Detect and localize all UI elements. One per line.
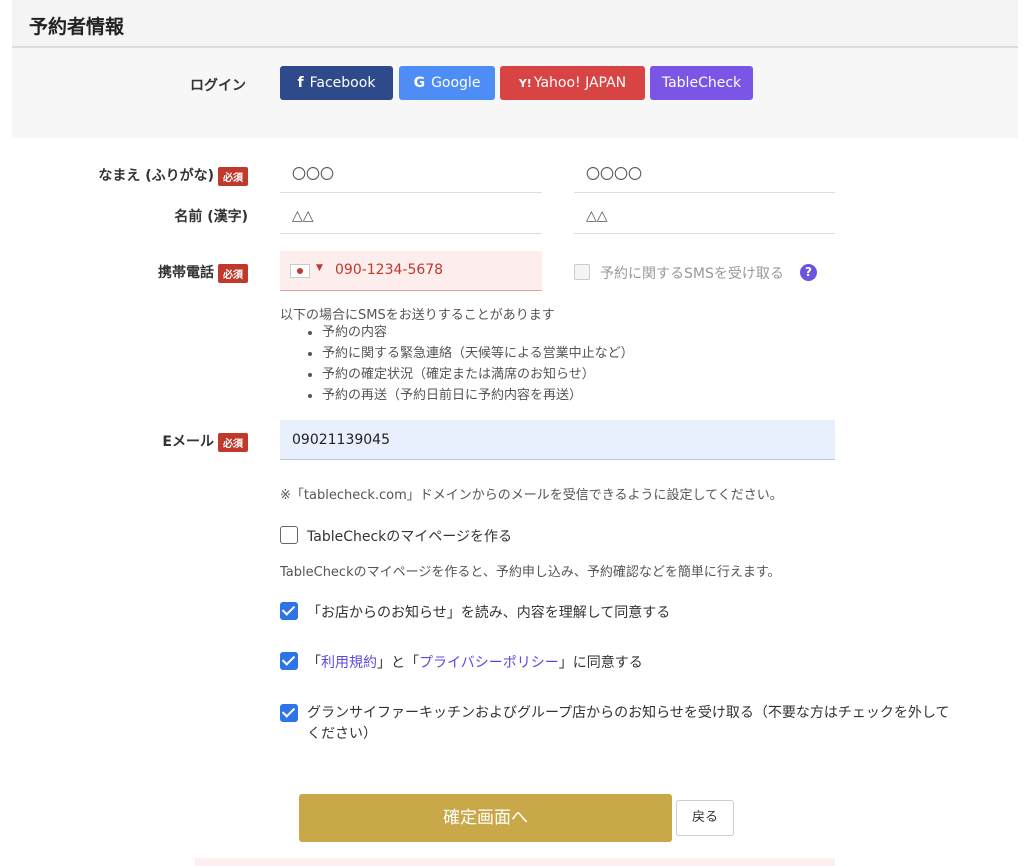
phone-label: 携帯電話 必須 [100, 262, 248, 283]
section-title: 予約者情報 [29, 16, 125, 38]
kanji-first-name-input[interactable]: △△ [574, 198, 835, 234]
help-icon[interactable]: ? [800, 264, 817, 281]
newsletter-label[interactable]: グランサイファーキッチンおよびグループ店からのお知らせを受け取る（不要な方はチェ… [307, 703, 1007, 745]
kana-first-name-input[interactable]: 〇〇〇〇 [574, 157, 835, 193]
mypage-checkbox-label[interactable]: TableCheckのマイページを作る [307, 526, 512, 546]
newsletter-checkbox[interactable] [280, 704, 298, 722]
email-note: ※「tablecheck.com」ドメインからのメールを受信できるように設定して… [280, 488, 783, 503]
sms-checkbox-label[interactable]: 予約に関するSMSを受け取る [600, 263, 784, 283]
caret-down-icon[interactable]: ▼ [316, 263, 323, 273]
mypage-checkbox[interactable] [280, 526, 298, 544]
google-icon: G [413, 75, 426, 91]
sms-reasons-list: 予約の内容 予約に関する緊急連絡（天候等による営業中止など） 予約の確定状況（確… [300, 322, 634, 406]
facebook-icon: f [297, 75, 304, 91]
back-button[interactable]: 戻る [676, 800, 734, 836]
terms-link[interactable]: 利用規約 [321, 655, 377, 671]
list-item: 予約の確定状況（確定または満席のお知らせ） [322, 364, 634, 385]
privacy-policy-link[interactable]: プライバシーポリシー [419, 655, 559, 671]
google-login-button[interactable]: G Google [399, 66, 495, 100]
phone-value: 090-1234-5678 [335, 262, 444, 278]
required-badge: 必須 [218, 432, 248, 452]
facebook-login-button[interactable]: f Facebook [280, 66, 393, 100]
sms-note: 以下の場合にSMSをお送りすることがあります [280, 308, 555, 323]
agree-terms-label: 「利用規約」と「プライバシーポリシー」に同意する [307, 655, 643, 671]
sms-checkbox[interactable] [574, 264, 590, 280]
name-kana-label: なまえ (ふりがな) 必須 [60, 165, 248, 186]
kanji-last-name-input[interactable]: △△ [280, 198, 542, 234]
yahoo-login-button[interactable]: Y! Yahoo! JAPAN [500, 66, 645, 100]
list-item: 予約の再送（予約日前日に予約内容を再送） [322, 385, 634, 406]
tablecheck-login-button[interactable]: TableCheck [650, 66, 753, 100]
agree-notice-label[interactable]: 「お店からのお知らせ」を読み、内容を理解して同意する [307, 602, 670, 622]
yahoo-icon: Y! [518, 77, 532, 90]
list-item: 予約の内容 [322, 322, 634, 343]
required-badge: 必須 [218, 166, 248, 186]
phone-input[interactable]: ▼ 090-1234-5678 [280, 251, 542, 291]
email-label: Eメール 必須 [100, 431, 248, 452]
agree-terms-checkbox[interactable] [280, 652, 298, 670]
required-badge: 必須 [218, 263, 248, 283]
footer-strip [195, 858, 835, 866]
login-label: ログイン [190, 78, 246, 94]
confirm-button[interactable]: 確定画面へ [299, 794, 672, 842]
name-kanji-label: 名前 (漢字) [174, 209, 248, 225]
list-item: 予約に関する緊急連絡（天候等による営業中止など） [322, 343, 634, 364]
email-input[interactable]: 09021139045 [280, 420, 835, 460]
mypage-note: TableCheckのマイページを作ると、予約申し込み、予約確認などを簡単に行え… [280, 565, 781, 580]
agree-notice-checkbox[interactable] [280, 602, 298, 620]
kana-last-name-input[interactable]: 〇〇〇 [280, 157, 542, 193]
section-header: 予約者情報 [12, 0, 1018, 48]
japan-flag-icon[interactable] [290, 264, 310, 278]
